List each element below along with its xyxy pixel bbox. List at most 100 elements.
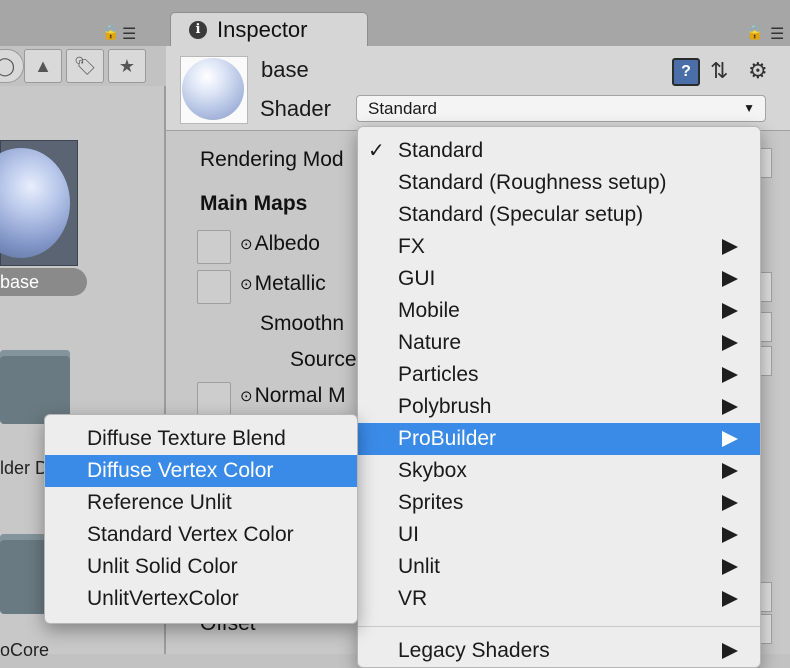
folder-label[interactable]: lder D bbox=[0, 458, 48, 479]
submenu-item[interactable]: Standard Vertex Color bbox=[45, 519, 357, 551]
gear-icon[interactable]: ⚙ bbox=[748, 58, 768, 84]
shader-menu-item-label: Unlit bbox=[398, 555, 441, 578]
submenu-item-label: Reference Unlit bbox=[87, 491, 232, 514]
menu-separator bbox=[358, 626, 760, 627]
panel-menu-icon[interactable]: ☰ bbox=[770, 24, 784, 44]
submenu-item[interactable]: Unlit Solid Color bbox=[45, 551, 357, 583]
shader-menu-item-label: Polybrush bbox=[398, 395, 492, 418]
shader-dropdown-value: Standard bbox=[368, 99, 437, 118]
submenu-arrow-icon bbox=[722, 527, 738, 543]
submenu-item-label: Diffuse Texture Blend bbox=[87, 427, 286, 450]
submenu-item[interactable]: Reference Unlit bbox=[45, 487, 357, 519]
submenu-item-label: Standard Vertex Color bbox=[87, 523, 294, 546]
metallic-label: Metallic bbox=[254, 272, 326, 295]
submenu-item[interactable]: Diffuse Texture Blend bbox=[45, 423, 357, 455]
checkmark-icon: ✓ bbox=[368, 140, 385, 162]
normal-map-texture-slot[interactable] bbox=[197, 382, 231, 416]
filter-icon[interactable]: ▲ bbox=[24, 49, 62, 83]
submenu-arrow-icon bbox=[722, 591, 738, 607]
submenu-arrow-icon bbox=[722, 399, 738, 415]
albedo-property: ⊙Albedo bbox=[240, 232, 320, 256]
shader-menu-item[interactable]: Nature bbox=[358, 327, 760, 359]
help-icon[interactable]: ? bbox=[672, 58, 700, 86]
shader-menu-item-label: GUI bbox=[398, 267, 436, 290]
shader-menu-item[interactable]: Unlit bbox=[358, 551, 760, 583]
shader-menu-item[interactable]: Mobile bbox=[358, 295, 760, 327]
shader-menu-item[interactable]: Legacy Shaders bbox=[358, 635, 760, 667]
shader-menu-item[interactable]: GUI bbox=[358, 263, 760, 295]
submenu-item-label: UnlitVertexColor bbox=[87, 587, 239, 610]
metallic-texture-slot[interactable] bbox=[197, 270, 231, 304]
shader-menu-item-label: Standard (Specular setup) bbox=[398, 203, 644, 226]
shader-menu-item[interactable]: Sprites bbox=[358, 487, 760, 519]
shader-menu-item[interactable]: Standard (Roughness setup) bbox=[358, 167, 760, 199]
submenu-item[interactable]: Diffuse Vertex Color bbox=[45, 455, 357, 487]
shader-menu-item[interactable]: ✓ Standard bbox=[358, 135, 760, 167]
submenu-item[interactable]: UnlitVertexColor bbox=[45, 583, 357, 615]
label-icon[interactable]: 🏷 bbox=[66, 49, 104, 83]
shader-menu-item-label: Standard (Roughness setup) bbox=[398, 171, 667, 194]
material-name: base bbox=[261, 57, 309, 82]
preset-icon[interactable]: ⇅ bbox=[710, 58, 728, 84]
submenu-item-label: Diffuse Vertex Color bbox=[87, 459, 274, 482]
shader-menu-item[interactable]: Particles bbox=[358, 359, 760, 391]
albedo-texture-slot[interactable] bbox=[197, 230, 231, 264]
submenu-arrow-icon bbox=[722, 303, 738, 319]
shader-menu-item[interactable]: Standard (Specular setup) bbox=[358, 199, 760, 231]
target-icon[interactable]: ⊙ bbox=[240, 388, 253, 405]
shader-menu-item[interactable]: FX bbox=[358, 231, 760, 263]
shader-menu-item-label: Legacy Shaders bbox=[398, 639, 550, 662]
shader-menu-item-label: Mobile bbox=[398, 299, 460, 322]
shader-menu-item-label: Standard bbox=[398, 139, 484, 162]
panel-menu-icon[interactable]: ☰ bbox=[122, 24, 136, 44]
submenu-item-label: Unlit Solid Color bbox=[87, 555, 238, 578]
normal-map-label: Normal M bbox=[254, 384, 346, 407]
submenu-arrow-icon bbox=[722, 463, 738, 479]
submenu-arrow-icon bbox=[722, 367, 738, 383]
submenu-arrow-icon bbox=[722, 559, 738, 575]
shader-menu-item-label: VR bbox=[398, 587, 428, 610]
star-icon[interactable]: ★ bbox=[108, 49, 146, 83]
shader-menu-item-label: Particles bbox=[398, 363, 479, 386]
shader-menu-item-label: FX bbox=[398, 235, 425, 258]
folder-label[interactable]: oCore bbox=[0, 640, 49, 661]
shader-menu-item-label: Skybox bbox=[398, 459, 467, 482]
shader-menu: ✓ Standard Standard (Roughness setup) Stand… bbox=[357, 126, 761, 668]
shader-menu-item-label: UI bbox=[398, 523, 419, 546]
submenu-arrow-icon bbox=[722, 271, 738, 287]
shader-menu-item[interactable]: Polybrush bbox=[358, 391, 760, 423]
asset-label[interactable]: base bbox=[0, 268, 87, 296]
submenu-arrow-icon bbox=[722, 335, 738, 351]
lock-icon[interactable]: 🔒 bbox=[102, 24, 119, 41]
target-icon[interactable]: ⊙ bbox=[240, 276, 253, 293]
submenu-arrow-icon bbox=[722, 495, 738, 511]
smoothness-label: Smoothn bbox=[260, 312, 345, 335]
shader-menu-item[interactable]: VR bbox=[358, 583, 760, 615]
metallic-property: ⊙Metallic bbox=[240, 272, 326, 296]
shader-menu-item-label: ProBuilder bbox=[398, 427, 497, 450]
albedo-label: Albedo bbox=[254, 232, 320, 255]
normal-map-property: ⊙Normal M bbox=[240, 384, 346, 408]
submenu-arrow-icon bbox=[722, 643, 738, 659]
project-tabbar: 🔒 ☰ bbox=[0, 0, 166, 46]
shader-menu-item[interactable]: ProBuilder bbox=[358, 423, 760, 455]
shader-label: Shader bbox=[260, 96, 331, 121]
shader-menu-item[interactable]: Skybox bbox=[358, 455, 760, 487]
lock-icon[interactable]: 🔒 bbox=[746, 24, 763, 41]
shader-menu-item-label: Nature bbox=[398, 331, 462, 354]
submenu-arrow-icon bbox=[722, 239, 738, 255]
target-icon[interactable]: ⊙ bbox=[240, 236, 253, 253]
probuilder-submenu: Diffuse Texture Blend Diffuse Vertex Colo… bbox=[44, 414, 358, 624]
material-sphere-icon bbox=[182, 58, 244, 120]
shader-menu-item[interactable]: UI bbox=[358, 519, 760, 551]
tab-inspector-label: Inspector bbox=[217, 17, 308, 42]
tab-inspector[interactable]: i Inspector bbox=[170, 12, 368, 47]
shader-dropdown[interactable]: Standard ▼ bbox=[356, 95, 766, 122]
shader-menu-item-label: Sprites bbox=[398, 491, 464, 514]
folder-icon[interactable] bbox=[0, 350, 70, 424]
chevron-down-icon: ▼ bbox=[743, 101, 755, 115]
info-icon: i bbox=[189, 21, 207, 39]
source-label: Source bbox=[290, 348, 357, 371]
main-maps-heading: Main Maps bbox=[200, 192, 308, 215]
rendering-mode-label: Rendering Mod bbox=[200, 148, 344, 171]
